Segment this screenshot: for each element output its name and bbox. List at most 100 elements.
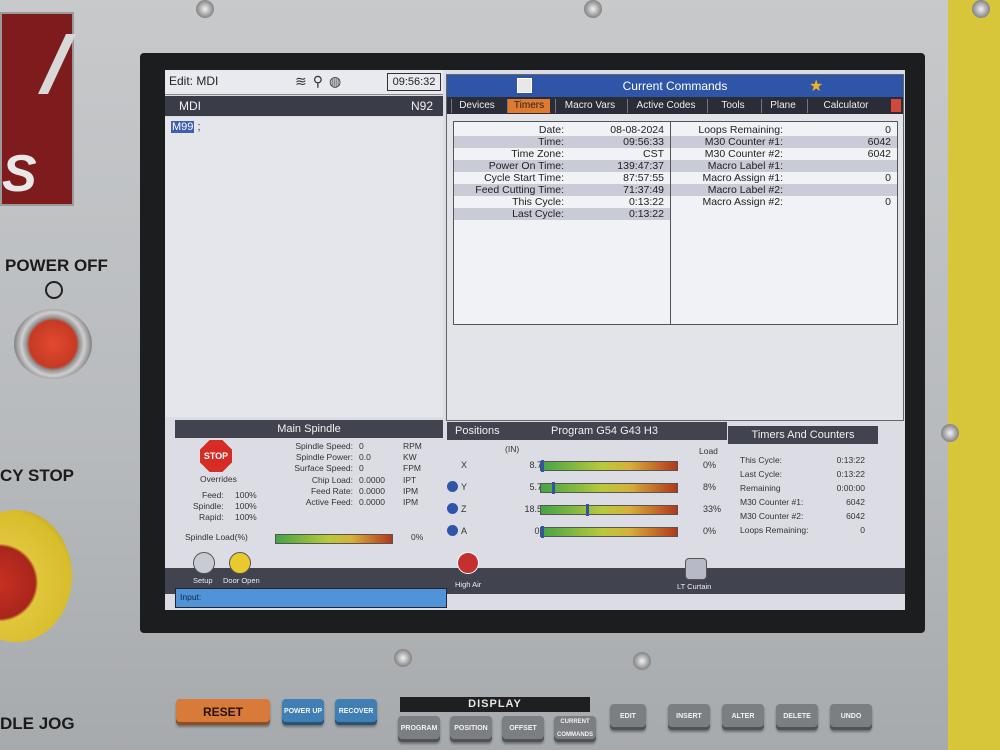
counter-row: Macro Assign #1: 0 [702,172,891,184]
feed-rate-row: Feed Rate: 0.0000 IPM [310,486,419,496]
timer-row: This Cycle: 0:13:22 [512,196,664,208]
spindle-power-row: Spindle Power: 0.0 KW [295,452,417,462]
timer-row: Power On Time: 139:47:37 [454,160,670,172]
delete-key[interactable]: DELETE [776,704,818,730]
tab-timers[interactable]: Timers [507,99,550,113]
timers-counters-header: Timers And Counters [728,426,878,444]
counters-table: Loops Remaining: 0 M30 Counter #1: 6042 M3… [670,121,898,325]
tc-row: Loops Remaining: 0 [740,525,865,535]
display-keys-label: DISPLAY [400,697,590,712]
input-field[interactable]: Input: [175,588,447,608]
axis-load-bar-a [540,526,678,538]
edit-key[interactable]: EDIT [610,704,646,730]
axis-home-icon[interactable] [447,525,458,536]
axis-load-bar-y [540,482,678,494]
screw-icon [633,652,651,670]
mdi-header: MDI N92 [165,96,443,116]
setup-label: Setup [193,576,213,585]
counter-row: Loops Remaining: 0 [698,124,891,136]
timers-table: Date: 08-08-2024 Time: 09:56:33 Time Zone:… [453,121,671,325]
axis-home-icon[interactable] [447,503,458,514]
axis-home-icon[interactable] [447,481,458,492]
tab-bar: Devices Timers Macro Vars Active Codes T… [447,97,903,114]
counter-row: Macro Label #2: [671,184,897,196]
current-commands-pane: Current Commands ★ Devices Timers Macro … [446,74,904,421]
yellow-side-strip [948,0,1000,750]
axis-load-indicator [552,482,555,494]
override-spindle-label: Spindle: [193,501,224,511]
program-key[interactable]: PROGRAM [398,716,440,742]
tab-macro-vars[interactable]: Macro Vars [555,99,624,113]
screw-icon [941,424,959,442]
positions-program-codes: Program G54 G43 H3 [551,425,658,437]
tc-row: M30 Counter #2: 6042 [740,511,865,521]
current-commands-titlebar: Current Commands ★ [447,75,903,97]
active-feed-row: Active Feed: 0.0000 IPM [305,497,419,507]
axis-load-indicator [541,460,544,472]
positions-unit-header: (IN) [505,444,520,454]
main-spindle-header: Main Spindle [175,420,443,438]
undo-key[interactable]: UNDO [830,704,872,730]
emergency-stop-button[interactable] [0,510,72,642]
chip-load-row: Chip Load: 0.0000 IPT [311,475,417,485]
mdi-editor[interactable]: M99 ; [165,117,443,417]
usb-icon: ⚲ [312,73,329,89]
tc-row: M30 Counter #1: 6042 [740,497,865,507]
mdi-program-line[interactable]: M99 ; [171,121,201,133]
emergency-stop-label: CY STOP [0,466,75,485]
screw-icon [584,0,602,18]
spindle-load-label: Spindle Load(%) [185,532,248,542]
spindle-load-value: 0% [411,532,424,542]
timer-row: Last Cycle: 0:13:22 [454,208,670,220]
tab-devices[interactable]: Devices [451,99,502,113]
high-air-icon[interactable] [457,552,479,574]
counter-row: M30 Counter #1: 6042 [671,136,897,148]
timer-row: Time Zone: CST [511,148,664,160]
network-icon: ≋ [295,73,313,89]
mdi-line-number: N92 [410,99,433,113]
screw-icon [394,649,412,667]
position-key[interactable]: POSITION [450,716,492,742]
door-open-icon[interactable] [229,552,251,574]
override-spindle-value: 100% [235,501,257,511]
power-off-button[interactable] [14,309,92,379]
high-air-label: High Air [455,580,482,589]
tab-tools[interactable]: Tools [707,99,758,113]
mode-indicator: Edit: MDI [169,74,219,88]
spindle-speed-row: Spindle Speed: 0 RPM [295,441,422,451]
tc-row: This Cycle: 0:13:22 [740,455,865,465]
tab-scroll-right-icon[interactable] [891,99,901,112]
alter-key[interactable]: ALTER [722,704,764,730]
positions-header: Positions Program G54 G43 H3 [447,422,727,440]
axis-load-indicator [586,504,589,516]
counter-row: Macro Label #1: [671,160,897,172]
tc-row: Remaining 0:00:00 [740,483,865,493]
power-up-key[interactable]: POWER UP [282,699,324,725]
override-rapid-value: 100% [235,512,257,522]
tab-calculator[interactable]: Calculator [807,99,884,113]
overrides-label: Overrides [200,474,237,484]
setup-lock-icon[interactable] [193,552,215,574]
axis-load-bar-x [540,460,678,472]
star-icon[interactable]: ★ [809,76,823,96]
current-commands-key[interactable]: CURRENT COMMANDS [554,716,596,742]
positions-load-header: Load [699,446,718,456]
stop-icon: STOP [200,440,232,472]
tc-row: Last Cycle: 0:13:22 [740,469,865,479]
screw-icon [972,0,990,18]
reset-key[interactable]: RESET [176,699,270,725]
override-feed-label: Feed: [202,490,224,500]
recover-key[interactable]: RECOVER [335,699,377,725]
override-rapid-label: Rapid: [199,512,224,522]
light-curtain-icon[interactable] [685,558,707,580]
control-screen: Edit: MDI ≋⚲◍ 09:56:32 MDI N92 M99 ; Cur… [165,70,905,610]
timer-row: Cycle Start Time: 87:57:55 [484,172,664,184]
axis-load-bar-z [540,504,678,516]
tab-active-codes[interactable]: Active Codes [627,99,704,113]
machine-control-panel: S POWER OFF CY STOP DLE JOG Edit: MDI ≋⚲… [0,0,1000,750]
timer-row: Date: 08-08-2024 [538,124,664,136]
brand-logo: S [0,12,76,206]
offset-key[interactable]: OFFSET [502,716,544,742]
tab-plane[interactable]: Plane [761,99,804,113]
insert-key[interactable]: INSERT [668,704,710,730]
